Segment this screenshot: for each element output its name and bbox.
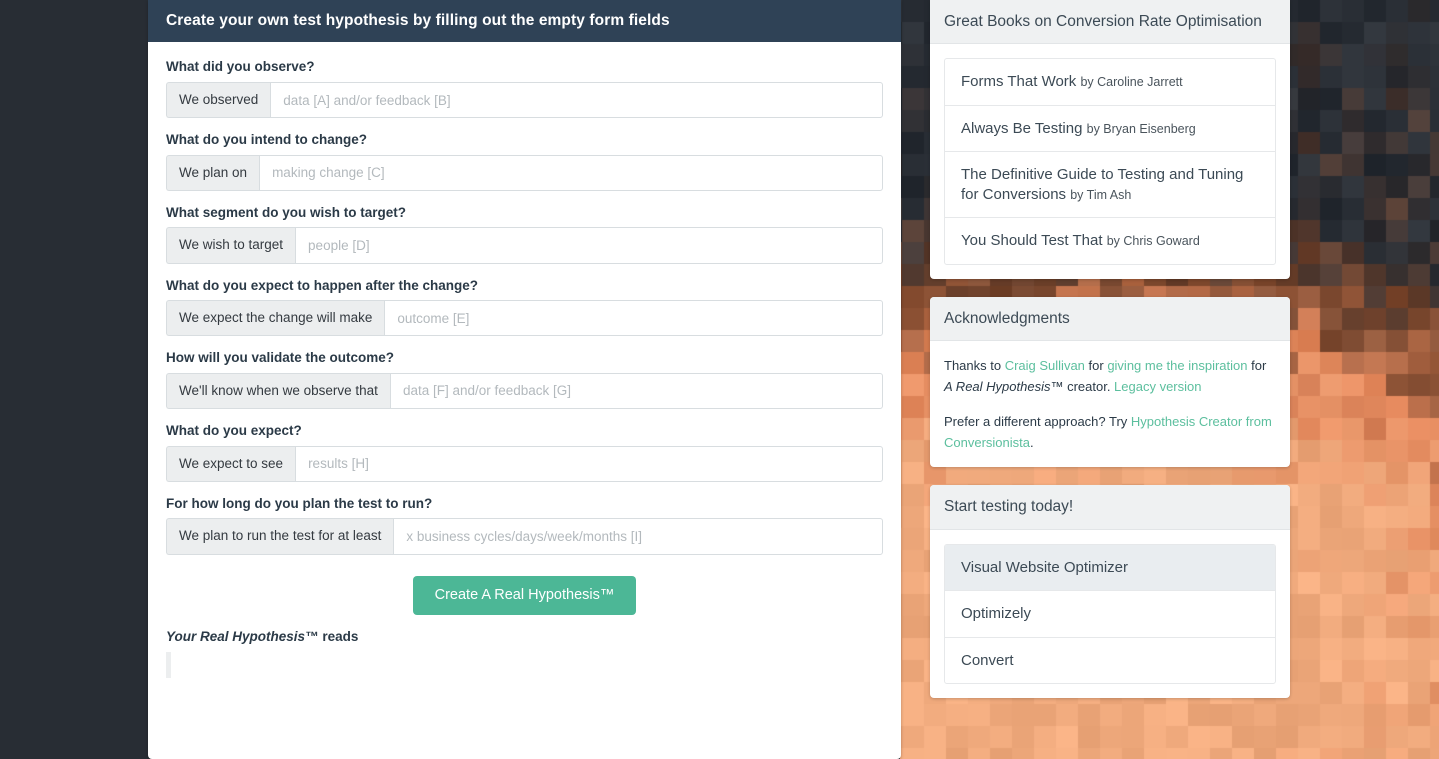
field-label-2: What do you intend to change?	[166, 132, 367, 148]
book-list-item[interactable]: The Definitive Guide to Testing and Tuni…	[945, 152, 1275, 219]
input-group-1: We observed	[166, 81, 883, 119]
input-group-7: We plan to run the test for at least	[166, 518, 883, 555]
page-title: Create your own test hypothesis by filli…	[166, 12, 670, 29]
ack2-text-1: Prefer a different approach? Try	[944, 414, 1131, 430]
input-addon-7: We plan to run the test for at least	[166, 518, 394, 555]
ack-italic-product: A Real Hypothesis™	[944, 379, 1064, 395]
input-field-2[interactable]	[259, 154, 883, 191]
book-title: Always Be Testing	[961, 119, 1083, 137]
books-list: Forms That Work by Caroline Jarrett Alway…	[944, 58, 1276, 265]
link-legacy-version[interactable]: Legacy version	[1114, 379, 1201, 394]
field-label-5: How will you validate the outcome?	[166, 350, 395, 366]
result-blockquote	[166, 652, 883, 679]
books-panel-heading: Great Books on Conversion Rate Optimisat…	[930, 0, 1290, 45]
input-group-2: We plan on	[166, 154, 883, 191]
ack-text-1: Thanks to	[944, 358, 1005, 374]
book-author: by Bryan Eisenberg	[1086, 121, 1196, 136]
result-label-bold: reads	[322, 629, 359, 645]
book-author: by Caroline Jarrett	[1080, 75, 1183, 90]
form-fields-list: What did you observe? We observed What do …	[166, 58, 883, 555]
field-group-6: What do you expect? We expect to see	[166, 422, 883, 482]
input-group-6: We expect to see	[166, 445, 883, 482]
input-group-4: We expect the change will make	[166, 300, 883, 337]
tool-list-item[interactable]: Convert	[945, 638, 1275, 684]
input-field-1[interactable]	[270, 81, 883, 119]
acknowledgments-panel-title: Acknowledgments	[944, 309, 1070, 327]
input-field-7[interactable]	[393, 518, 883, 555]
book-author: by Tim Ash	[1070, 187, 1132, 202]
start-testing-panel: Start testing today! Visual Website Opti…	[930, 485, 1290, 699]
field-label-7: For how long do you plan the test to run…	[166, 495, 433, 511]
submit-row: Create A Real Hypothesis™	[166, 575, 883, 616]
input-group-3: We wish to target	[166, 227, 883, 264]
input-field-5[interactable]	[389, 372, 883, 410]
input-addon-1: We observed	[166, 81, 271, 119]
acknowledgments-panel-heading: Acknowledgments	[930, 296, 1290, 342]
input-addon-6: We expect to see	[166, 445, 296, 482]
book-title: You Should Test That	[961, 232, 1103, 250]
link-inspiration[interactable]: giving me the inspiration	[1107, 358, 1247, 373]
ack-text-2: for	[1084, 358, 1108, 374]
input-field-6[interactable]	[295, 445, 883, 482]
field-group-7: For how long do you plan the test to run…	[166, 495, 883, 555]
field-group-4: What do you expect to happen after the c…	[166, 277, 883, 337]
ack2-text-2: .	[1030, 435, 1034, 451]
result-label-italic: Your Real Hypothesis™	[166, 629, 319, 645]
form-card-body: What did you observe? We observed What do …	[148, 42, 901, 688]
field-label-3: What segment do you wish to target?	[166, 204, 407, 220]
create-hypothesis-button[interactable]: Create A Real Hypothesis™	[412, 575, 637, 616]
ack-text-3: for	[1247, 358, 1267, 374]
book-author: by Chris Goward	[1106, 234, 1200, 249]
field-group-2: What do you intend to change? We plan on	[166, 131, 883, 191]
field-group-5: How will you validate the outcome? We'll …	[166, 349, 883, 410]
book-title: Forms That Work	[961, 73, 1077, 91]
start-testing-panel-title: Start testing today!	[944, 498, 1074, 516]
input-addon-3: We wish to target	[166, 227, 296, 264]
book-list-item[interactable]: Always Be Testing by Bryan Eisenberg	[945, 106, 1275, 153]
input-field-3[interactable]	[295, 227, 883, 264]
field-group-1: What did you observe? We observed	[166, 58, 883, 119]
page-root: Create your own test hypothesis by filli…	[0, 0, 1439, 759]
link-craig-sullivan[interactable]: Craig Sullivan	[1005, 358, 1085, 373]
books-panel-title: Great Books on Conversion Rate Optimisat…	[944, 13, 1262, 30]
book-list-item[interactable]: Forms That Work by Caroline Jarrett	[945, 59, 1275, 106]
books-panel: Great Books on Conversion Rate Optimisat…	[930, 0, 1290, 279]
field-label-6: What do you expect?	[166, 423, 302, 439]
input-addon-4: We expect the change will make	[166, 300, 385, 337]
input-group-5: We'll know when we observe that	[166, 372, 883, 410]
field-label-1: What did you observe?	[166, 59, 315, 75]
input-addon-2: We plan on	[166, 154, 260, 191]
book-list-item[interactable]: You Should Test That by Chris Goward	[945, 218, 1275, 264]
tools-list: Visual Website Optimizer Optimizely Conver…	[944, 543, 1276, 685]
ack-text-4: creator.	[1063, 379, 1115, 395]
acknowledgments-panel: Acknowledgments Thanks to Craig Sullivan…	[930, 296, 1290, 468]
sidebar: Great Books on Conversion Rate Optimisat…	[930, 0, 1290, 716]
tool-list-item[interactable]: Optimizely	[945, 591, 1275, 638]
input-field-4[interactable]	[384, 300, 883, 337]
result-label: Your Real Hypothesis™ reads	[166, 629, 883, 644]
acknowledgment-paragraph-1: Thanks to Craig Sullivan for giving me t…	[944, 355, 1276, 397]
hypothesis-form-card: Create your own test hypothesis by filli…	[148, 0, 901, 759]
form-card-header: Create your own test hypothesis by filli…	[148, 0, 901, 43]
start-testing-panel-heading: Start testing today!	[930, 485, 1290, 530]
tool-list-item[interactable]: Visual Website Optimizer	[945, 544, 1275, 592]
input-addon-5: We'll know when we observe that	[166, 372, 390, 410]
acknowledgments-panel-body: Thanks to Craig Sullivan for giving me t…	[930, 341, 1290, 467]
field-label-4: What do you expect to happen after the c…	[166, 277, 479, 293]
field-group-3: What segment do you wish to target? We wi…	[166, 204, 883, 264]
acknowledgment-paragraph-2: Prefer a different approach? Try Hypothe…	[944, 411, 1276, 453]
